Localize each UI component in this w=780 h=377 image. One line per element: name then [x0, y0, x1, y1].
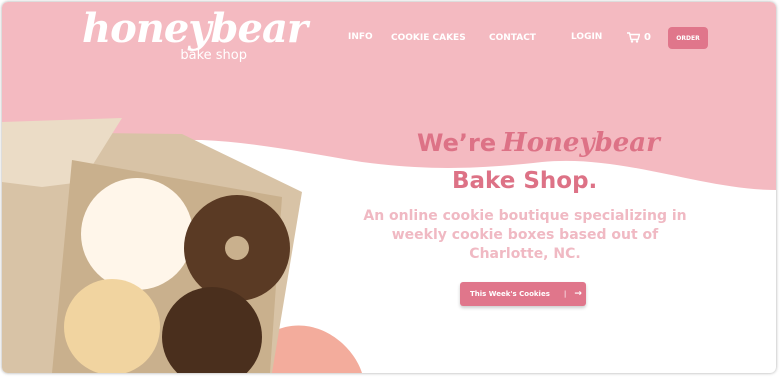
page: honeybear bake shop INFO COOKIE CAKES CO… [2, 2, 776, 373]
hero-heading-line1: We’re Honeybear [417, 128, 660, 158]
nav-cookie-cakes[interactable]: COOKIE CAKES [391, 33, 466, 43]
nav-contact[interactable]: CONTACT [489, 33, 536, 43]
this-weeks-cookies-button[interactable]: This Week's Cookies | → [460, 282, 586, 306]
logo[interactable]: honeybear bake shop [82, 4, 308, 70]
arrow-right-icon: → [574, 289, 582, 299]
cta-label: This Week's Cookies [470, 290, 550, 298]
nav-login[interactable]: LOGIN [571, 32, 602, 42]
cookie-box-photo [2, 118, 302, 373]
cart-count: 0 [644, 32, 651, 43]
nav-info[interactable]: INFO [348, 32, 373, 42]
hero-description: An online cookie boutique specializing i… [363, 208, 687, 262]
hero-heading-brand: Honeybear [502, 128, 660, 158]
logo-subtitle: bake shop [180, 48, 247, 63]
cart-icon [627, 32, 640, 43]
order-button[interactable]: ORDER [668, 27, 708, 49]
logo-wordmark: honeybear [82, 5, 308, 52]
hero-heading-line2: Bake Shop. [452, 168, 598, 194]
cart-button[interactable]: 0 [627, 32, 651, 43]
cta-divider: | [563, 290, 567, 298]
hero-heading-prefix: We’re [417, 129, 497, 157]
